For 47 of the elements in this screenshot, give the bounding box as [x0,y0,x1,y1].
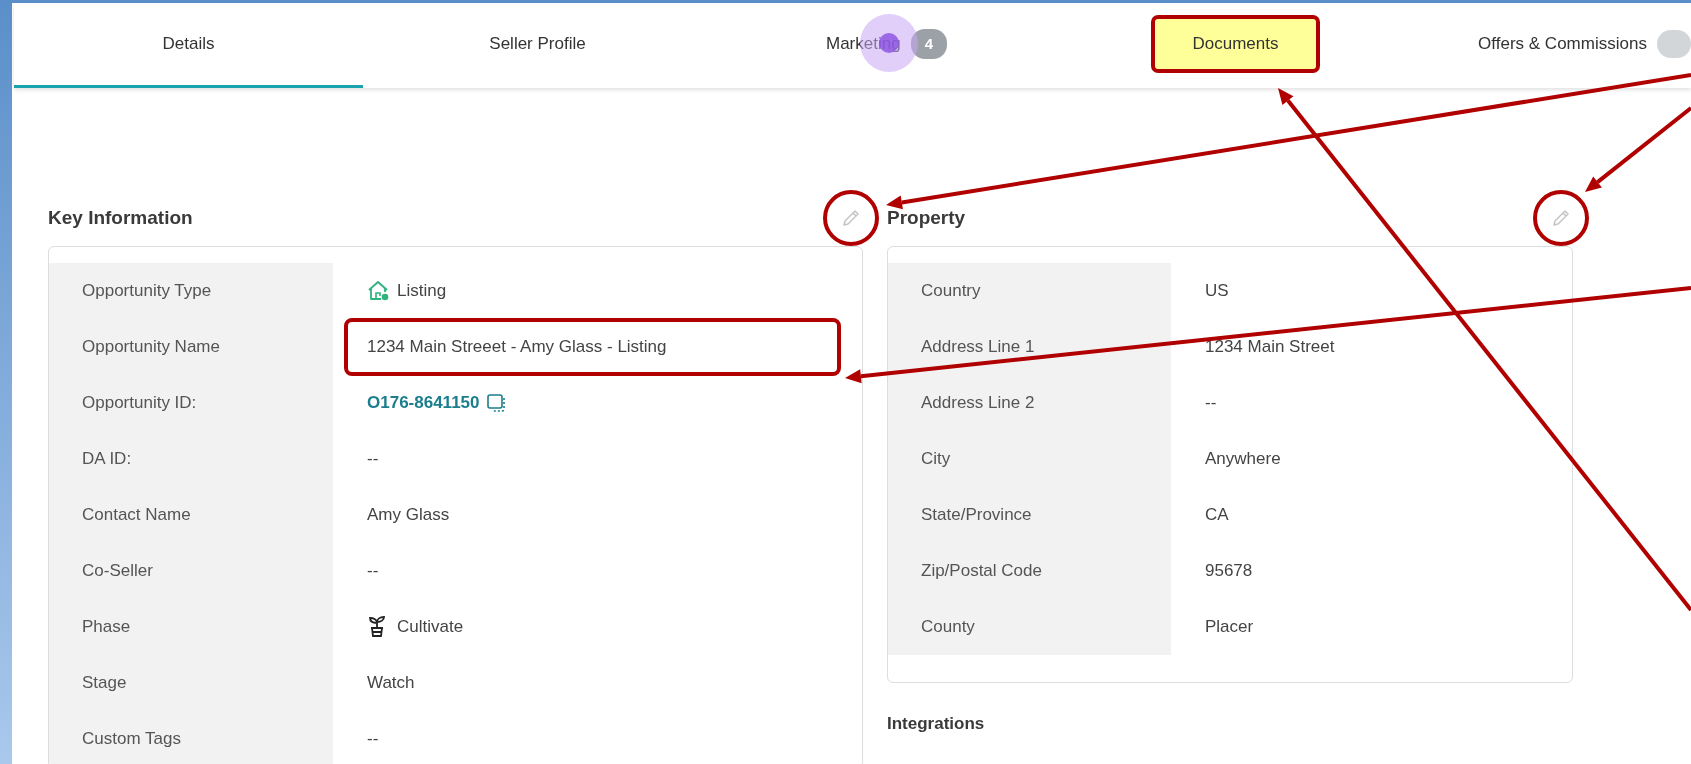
section-title: Key Information [48,206,193,230]
field-label: Opportunity Type [82,280,212,303]
tab[interactable]: Seller Profile [363,3,712,88]
house-icon [367,280,391,302]
field-value: -- [1205,392,1217,415]
field-label: Opportunity ID: [82,392,197,415]
field-value: -- [367,560,379,583]
field-label: Phase [82,616,131,639]
field-value: -- [367,448,379,471]
id-link[interactable]: O176-8641150 [367,390,480,416]
highlighted-tab-label[interactable]: Documents [1150,15,1321,73]
field-value: Cultivate [397,616,464,639]
field-label: Contact Name [82,504,191,527]
field-value: -- [367,728,379,751]
edit-button[interactable] [823,190,879,246]
count-badge: 4 [910,28,947,60]
field-label: County [921,616,975,639]
field-value: Amy Glass [367,504,450,527]
field-value: US [1205,280,1229,303]
tab[interactable]: Offers & Commissions [1410,3,1691,88]
field-label: Stage [82,672,127,695]
field-value: CA [1205,504,1229,527]
plant-icon [367,616,387,638]
field-label: DA ID: [82,448,132,471]
field-label: City [921,448,951,471]
field-label: Country [921,280,981,303]
field-label: Custom Tags [82,728,181,751]
field-label: Co-Seller [82,560,153,583]
field-value: Watch [367,672,415,695]
copy-icon[interactable] [485,393,508,413]
field-value: 95678 [1205,560,1253,583]
field-label: State/Province [921,504,1032,527]
highlight-box: 1234 Main Streeet - Amy Glass - Listing [344,318,841,376]
section-title: Property [887,206,966,230]
field-label: Opportunity Name [82,336,220,359]
field-value: Placer [1205,616,1254,639]
field-label: Address Line 2 [921,392,1035,415]
field-value: Listing [397,280,447,303]
field-label: Zip/Postal Code [921,560,1042,583]
pencil-icon [1550,207,1572,229]
field-label: Address Line 1 [921,336,1035,359]
pencil-icon [840,207,862,229]
field-value: Anywhere [1205,448,1281,471]
section-title: Integrations [887,713,986,735]
edit-button[interactable] [1533,190,1589,246]
field-value: 1234 Main Street [1205,336,1335,359]
tab[interactable]: Details [14,3,363,88]
